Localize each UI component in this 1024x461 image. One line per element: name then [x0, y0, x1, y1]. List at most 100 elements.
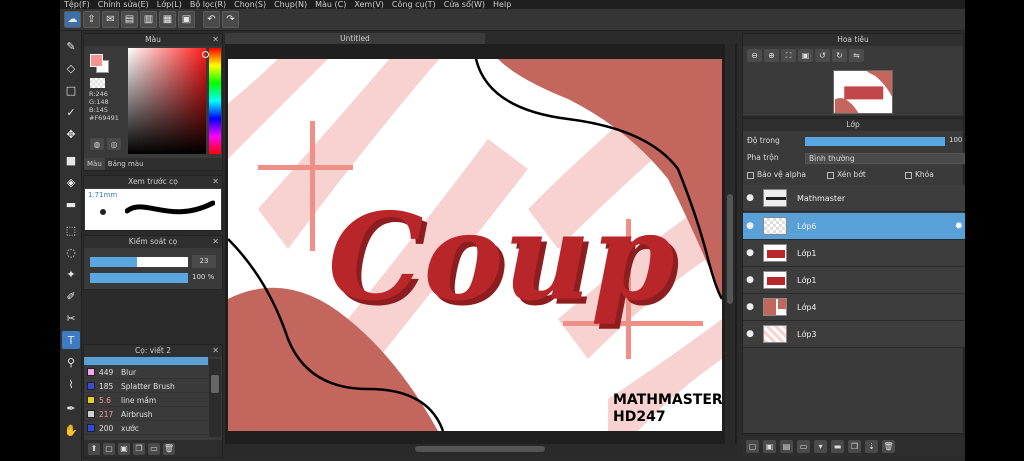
select-pen-icon[interactable]: ✐ — [62, 287, 80, 305]
pen-tool-icon[interactable]: ✒ — [62, 399, 80, 417]
brush-list-scrollbar[interactable] — [209, 359, 221, 437]
canvas-viewport[interactable]: Coup Coup MATHMASTER HD247 — [225, 44, 737, 444]
duplicate-icon[interactable]: ❐ — [848, 439, 861, 453]
clipping-checkbox[interactable]: Xén bớt — [827, 170, 866, 179]
scroll-thumb[interactable] — [727, 194, 733, 304]
navigator-thumbnail[interactable] — [833, 70, 893, 114]
visibility-icon[interactable]: ● — [743, 329, 757, 339]
size-slider[interactable] — [90, 257, 188, 267]
zoom-out-icon[interactable]: ⊖ — [747, 49, 762, 62]
mixer-icon[interactable]: ◎ — [107, 138, 121, 150]
copy-icon[interactable]: ❐ — [133, 442, 145, 455]
new-brush-icon[interactable]: ▢ — [103, 442, 115, 455]
rotate-right-icon[interactable]: ↻ — [832, 49, 847, 62]
protect-alpha-checkbox[interactable]: Bảo vệ alpha — [747, 170, 806, 179]
canvas-vertical-scrollbar[interactable] — [725, 44, 735, 444]
menu-capture[interactable]: Chụp(N) — [274, 0, 307, 9]
flip-icon[interactable]: ⇋ — [849, 49, 864, 62]
menu-color[interactable]: Màu (C) — [315, 0, 346, 9]
lasso-tool-icon[interactable]: ◌ — [62, 243, 80, 261]
grid-icon[interactable]: ▦ — [159, 11, 176, 28]
menu-view[interactable]: Xem(V) — [354, 0, 384, 9]
move-tool-icon[interactable]: ✥ — [62, 125, 80, 143]
new-layer-8bit-icon[interactable]: ▣ — [763, 439, 776, 453]
tab-palette[interactable]: Bảng màu — [105, 158, 147, 170]
fit-icon[interactable]: ⛶ — [781, 49, 796, 62]
merge-icon[interactable]: ⇣ — [865, 439, 878, 453]
new-folder-icon[interactable]: ▭ — [797, 439, 810, 453]
brush-tool-icon[interactable]: ✎ — [62, 37, 80, 55]
image-icon[interactable]: ▣ — [178, 11, 195, 28]
menu-tools[interactable]: Công cụ(T) — [392, 0, 436, 9]
menu-help[interactable]: Help — [493, 0, 511, 9]
fill-rect-icon[interactable]: ■ — [62, 151, 80, 169]
foreground-swatch[interactable] — [90, 54, 103, 67]
lock-checkbox[interactable]: Khóa — [905, 170, 934, 179]
trash-icon[interactable]: 🗑 — [163, 442, 175, 455]
selected-brush-row[interactable] — [84, 357, 208, 365]
brush-item[interactable]: 185 Splatter Brush — [84, 380, 208, 393]
folder-icon[interactable]: ▬ — [831, 439, 844, 453]
layer-row-selected[interactable]: ● Lớp6 ✹ — [743, 213, 965, 240]
document-tab[interactable]: Untitled — [225, 33, 485, 44]
comment-icon[interactable]: ✉ — [102, 11, 119, 28]
undo-icon[interactable]: ↶ — [203, 11, 220, 28]
export-icon[interactable]: ⇪ — [83, 11, 100, 28]
check-tool-icon[interactable]: ✓ — [62, 103, 80, 121]
select-eraser-icon[interactable]: ✂ — [62, 309, 80, 327]
trash-icon[interactable]: 🗑 — [882, 439, 895, 453]
tab-color[interactable]: Màu — [84, 158, 105, 170]
layer-row[interactable]: ● Lớp1 — [743, 240, 965, 267]
layer-row[interactable]: ● Lớp4 — [743, 294, 965, 321]
text-tool-icon[interactable]: T — [62, 331, 80, 349]
menu-filter[interactable]: Bộ lọc(R) — [190, 0, 226, 9]
message-icon[interactable]: ▤ — [121, 11, 138, 28]
upload-icon[interactable]: ⬆ — [88, 442, 100, 455]
new-layer-1bit-icon[interactable]: ▤ — [780, 439, 793, 453]
gear-icon[interactable]: ✹ — [955, 221, 963, 232]
bucket-tool-icon[interactable]: ◈ — [62, 173, 80, 191]
magic-wand-icon[interactable]: ✦ — [62, 265, 80, 283]
cloud-icon[interactable]: ☁ — [64, 11, 81, 28]
visibility-icon[interactable]: ● — [743, 248, 757, 258]
scroll-thumb[interactable] — [415, 446, 545, 452]
layer-opacity-slider[interactable] — [805, 137, 945, 146]
redo-icon[interactable]: ↷ — [222, 11, 239, 28]
layer-row[interactable]: ● Lớp3 — [743, 321, 965, 348]
divide-tool-icon[interactable]: ⚲ — [62, 353, 80, 371]
eraser-tool-icon[interactable]: ◇ — [62, 59, 80, 77]
visibility-icon[interactable]: ● — [743, 302, 757, 312]
menu-select[interactable]: Chọn(S) — [234, 0, 266, 9]
close-icon[interactable]: ✕ — [212, 176, 219, 188]
canvas-horizontal-scrollbar[interactable] — [225, 444, 737, 455]
menu-file[interactable]: Tệp(F) — [64, 0, 90, 9]
brush-item[interactable]: 200 xước — [84, 422, 208, 435]
document-icon[interactable]: ▥ — [140, 11, 157, 28]
select-tool-icon[interactable]: ⬚ — [62, 221, 80, 239]
zoom-in-icon[interactable]: ⊕ — [764, 49, 779, 62]
layer-row[interactable]: ● Mathmaster — [743, 185, 965, 212]
visibility-icon[interactable]: ● — [743, 193, 757, 203]
scroll-thumb[interactable] — [211, 375, 219, 393]
actual-size-icon[interactable]: ▣ — [798, 49, 813, 62]
menu-layer[interactable]: Lớp(L) — [157, 0, 182, 9]
visibility-icon[interactable]: ● — [743, 221, 757, 231]
close-icon[interactable]: ✕ — [212, 345, 219, 357]
hue-slider[interactable] — [209, 48, 221, 154]
visibility-icon[interactable]: ● — [743, 275, 757, 285]
add-brush-icon[interactable]: ▣ — [118, 442, 130, 455]
size-value[interactable]: 23 — [192, 255, 216, 268]
folder-icon[interactable]: ▭ — [148, 442, 160, 455]
rotate-left-icon[interactable]: ↺ — [815, 49, 830, 62]
menu-edit[interactable]: Chỉnh sửa(E) — [98, 0, 149, 9]
rect-tool-icon[interactable]: □ — [62, 81, 80, 99]
brush-item[interactable]: 449 Blur — [84, 366, 208, 379]
brush-item[interactable]: 217 Airbrush — [84, 408, 208, 421]
hand-tool-icon[interactable]: ✋ — [62, 421, 80, 439]
eyedropper-icon[interactable]: ⌇ — [62, 375, 80, 393]
close-icon[interactable]: ✕ — [212, 34, 219, 46]
blend-mode-select[interactable]: Bình thường — [805, 153, 965, 164]
gradient-tool-icon[interactable]: ▬ — [62, 195, 80, 213]
close-icon[interactable]: ✕ — [212, 236, 219, 248]
saturation-value-picker[interactable] — [128, 48, 209, 154]
